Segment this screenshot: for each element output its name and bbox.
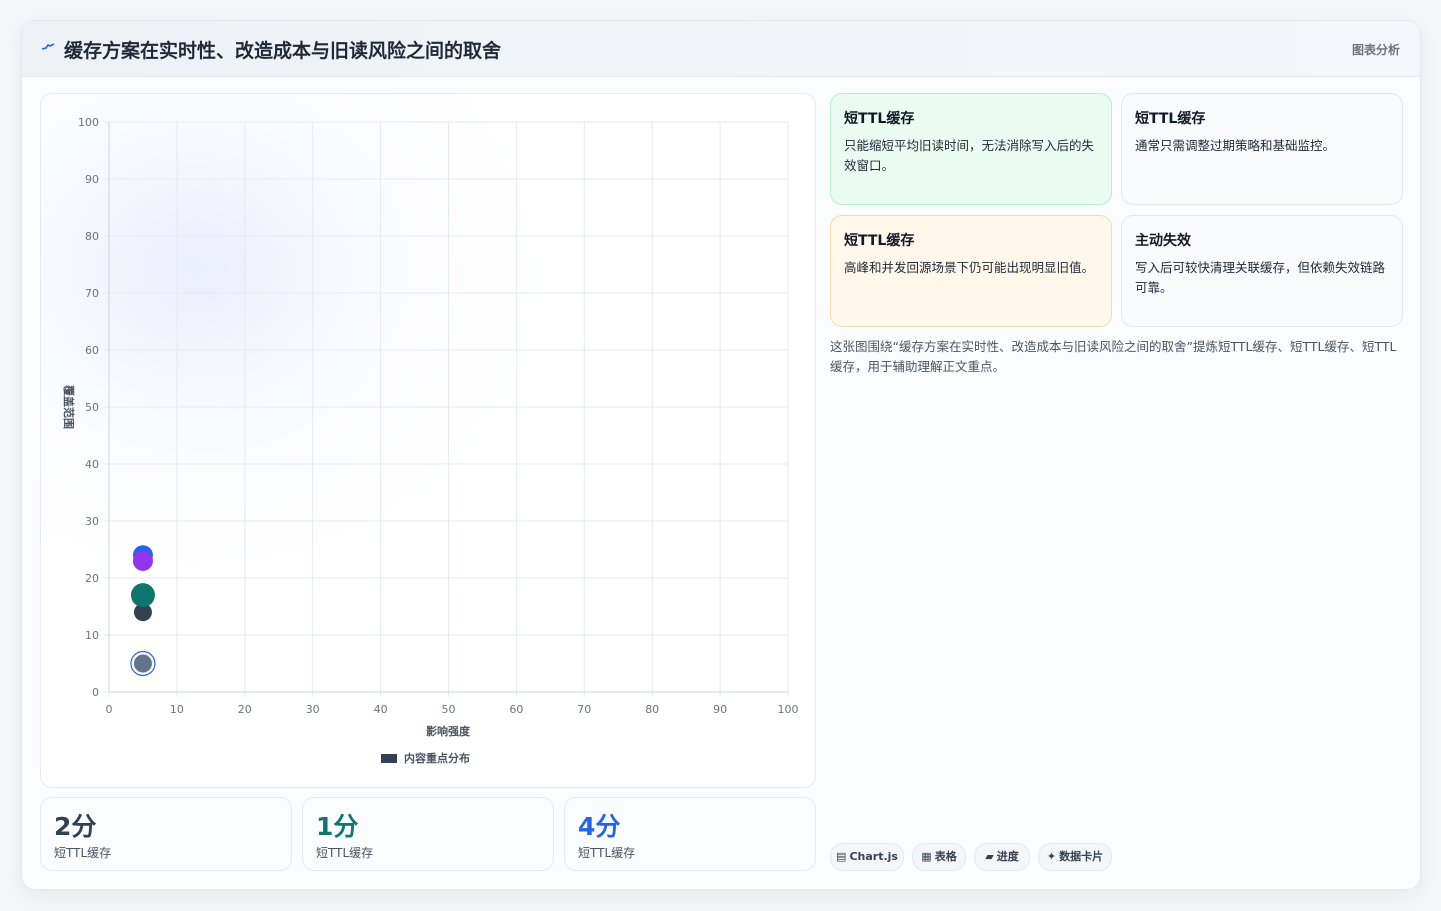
scatter-chart: 0 10 20 30 40 50 60 70 80 90 100 0 10 20 30 40 50 60 70 80 9… <box>41 94 815 787</box>
chip-progress[interactable]: ▰ 进度 <box>974 843 1030 871</box>
y-tick-label: 100 <box>78 116 99 129</box>
info-card-title: 主动失效 <box>1135 233 1191 249</box>
y-axis-label: 覆盖范围 <box>62 385 76 429</box>
info-card-title: 短TTL缓存 <box>1135 111 1206 127</box>
chip-label: 数据卡片 <box>1059 850 1104 863</box>
stat-label: 短TTL缓存 <box>578 846 636 860</box>
x-tick-label: 80 <box>645 703 659 716</box>
chart-icon: ▤ <box>836 850 847 863</box>
legend-swatch[interactable] <box>381 754 397 763</box>
header: 缓存方案在实时性、改造成本与旧读风险之间的取舍 图表分析 <box>22 21 1420 77</box>
header-tag: 图表分析 <box>1351 43 1400 57</box>
info-card-text: 高峰和并发回源场景下仍可能出现明显旧值。 <box>844 260 1095 275</box>
x-tick-label: 10 <box>170 703 184 716</box>
stat-label: 短TTL缓存 <box>316 846 374 860</box>
main-card: 缓存方案在实时性、改造成本与旧读风险之间的取舍 图表分析 0 10 20 30 40 50… <box>21 20 1421 890</box>
info-card-title: 短TTL缓存 <box>844 233 915 249</box>
y-tick-label: 0 <box>92 686 99 699</box>
y-tick-label: 20 <box>85 572 99 585</box>
y-tick-label: 70 <box>85 287 99 300</box>
info-card-title: 短TTL缓存 <box>844 111 915 127</box>
info-card-text: 写入后可较快清理关联缓存，但依赖失效链路可靠。 <box>1135 260 1386 295</box>
data-point[interactable] <box>132 550 153 571</box>
page-title: 缓存方案在实时性、改造成本与旧读风险之间的取舍 <box>64 40 502 62</box>
summary-text: 这张图围绕“缓存方案在实时性、改造成本与旧读风险之间的取舍”提炼短TTL缓存、短… <box>830 339 1397 374</box>
info-card: 短TTL缓存 高峰和并发回源场景下仍可能出现明显旧值。 <box>830 215 1112 327</box>
y-tick-label: 30 <box>85 515 99 528</box>
y-tick-label: 40 <box>85 458 99 471</box>
progress-icon: ▰ <box>985 850 994 863</box>
x-tick-label: 0 <box>106 703 113 716</box>
stat-card: 1分 短TTL缓存 <box>302 797 554 871</box>
info-card: 短TTL缓存 通常只需调整过期策略和基础监控。 <box>1121 93 1403 205</box>
chip-label: 表格 <box>934 850 957 863</box>
data-point[interactable] <box>133 654 152 673</box>
stat-value: 1分 <box>316 812 359 841</box>
info-card: 主动失效 写入后可较快清理关联缓存，但依赖失效链路可靠。 <box>1121 215 1403 327</box>
chart-panel: 0 10 20 30 40 50 60 70 80 90 100 0 10 20 30 40 50 60 70 80 9… <box>40 93 816 788</box>
x-tick-label: 30 <box>306 703 320 716</box>
chip-table[interactable]: ▦ 表格 <box>912 843 966 871</box>
y-tick-label: 80 <box>85 230 99 243</box>
sparkle-icon: ✦ <box>1046 850 1057 863</box>
chart-background <box>41 94 815 787</box>
pulse-icon <box>41 43 55 50</box>
x-tick-label: 70 <box>577 703 591 716</box>
x-tick-label: 100 <box>778 703 799 716</box>
chip-label: Chart.js <box>849 850 898 863</box>
chip-chartjs[interactable]: ▤ Chart.js <box>830 843 904 871</box>
table-icon: ▦ <box>921 850 932 863</box>
stat-value: 2分 <box>54 812 97 841</box>
x-tick-label: 90 <box>713 703 727 716</box>
info-card-text: 只能缩短平均旧读时间，无法消除写入后的失效窗口。 <box>844 138 1095 173</box>
legend-label[interactable]: 内容重点分布 <box>404 751 470 765</box>
y-tick-label: 50 <box>85 401 99 414</box>
x-axis-label: 影响强度 <box>426 724 471 738</box>
x-tick-label: 20 <box>238 703 252 716</box>
stat-card: 4分 短TTL缓存 <box>564 797 816 871</box>
stat-label: 短TTL缓存 <box>54 846 112 860</box>
x-tick-label: 60 <box>509 703 523 716</box>
x-tick-label: 50 <box>442 703 456 716</box>
stat-card: 2分 短TTL缓存 <box>40 797 292 871</box>
x-tick-label: 40 <box>374 703 388 716</box>
y-tick-label: 10 <box>85 629 99 642</box>
chip-data-cards[interactable]: ✦ 数据卡片 <box>1038 843 1112 871</box>
chip-label: 进度 <box>996 850 1019 863</box>
y-tick-label: 90 <box>85 173 99 186</box>
info-card-text: 通常只需调整过期策略和基础监控。 <box>1135 138 1336 153</box>
data-point[interactable] <box>130 583 155 608</box>
info-card: 短TTL缓存 只能缩短平均旧读时间，无法消除写入后的失效窗口。 <box>830 93 1112 205</box>
y-tick-label: 60 <box>85 344 99 357</box>
stat-value: 4分 <box>578 812 621 841</box>
